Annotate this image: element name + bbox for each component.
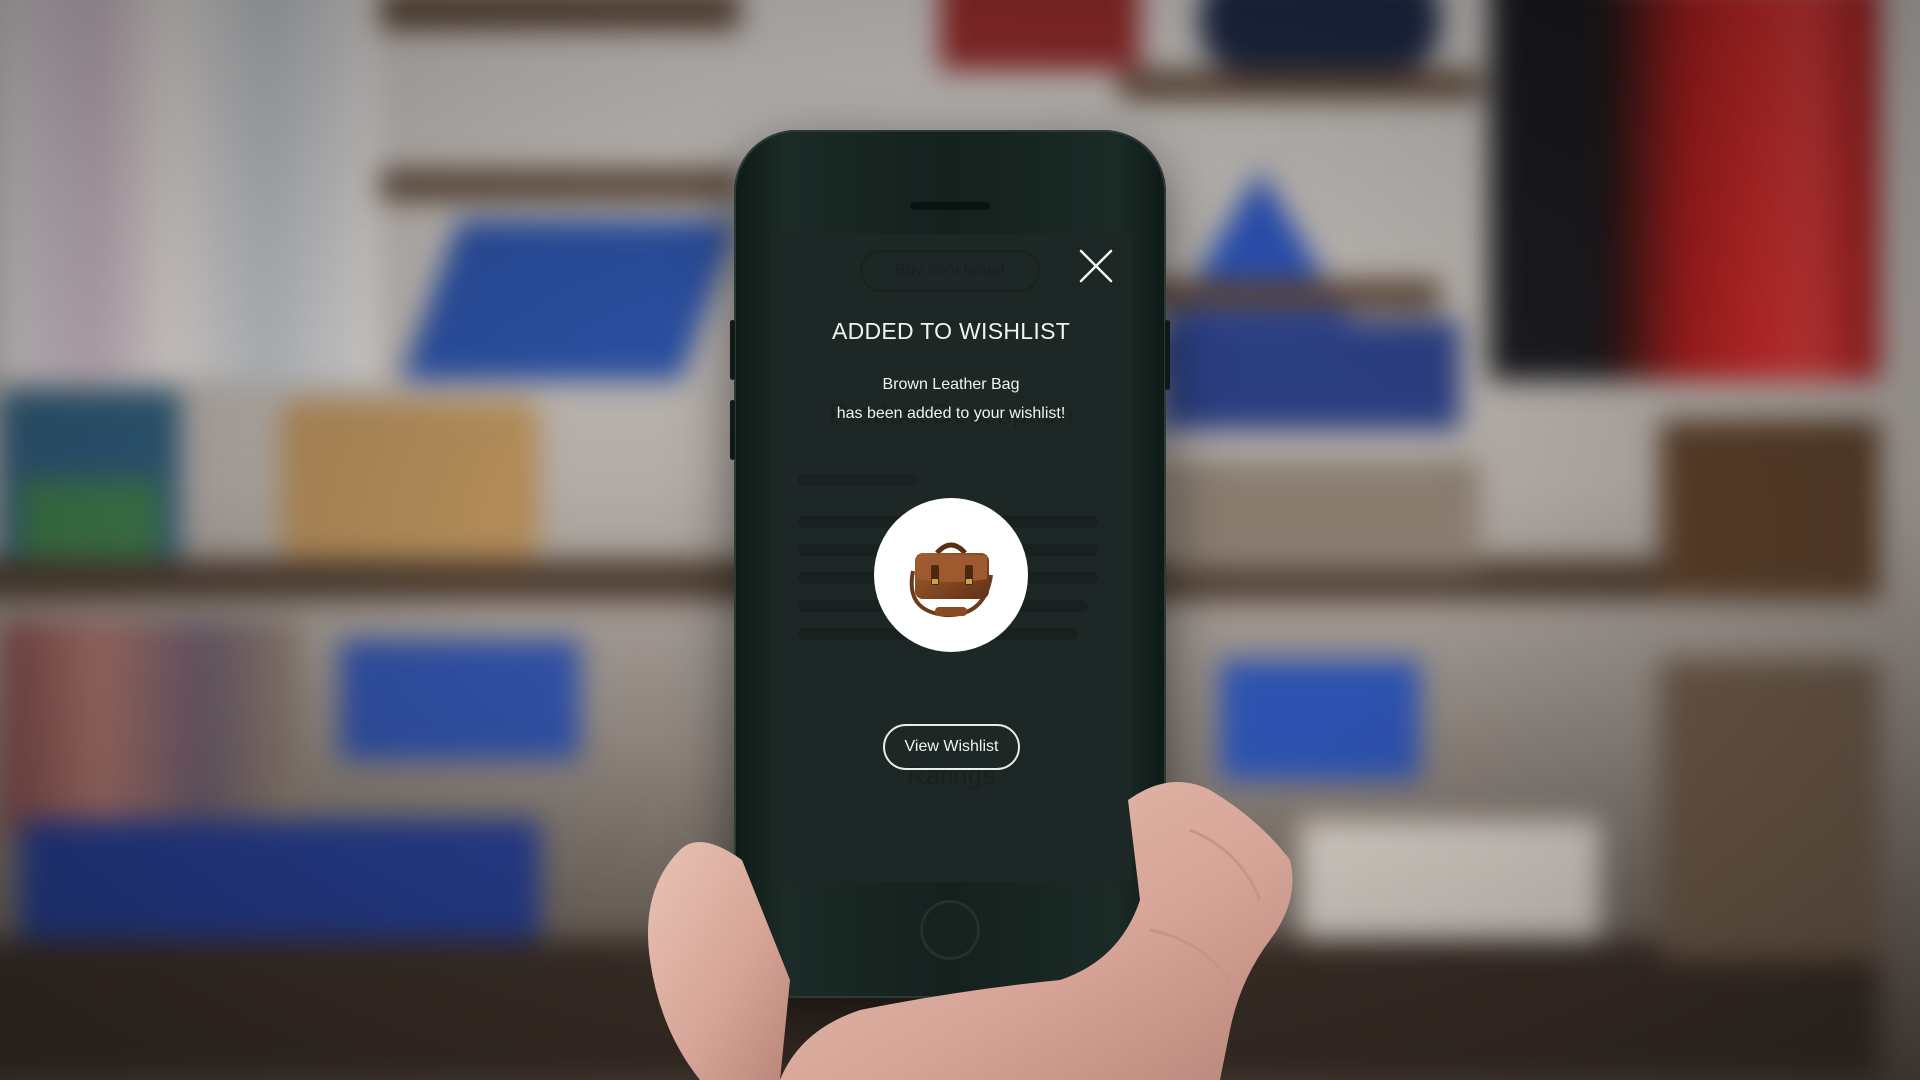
text-placeholder-line — [798, 474, 918, 486]
modal-title: ADDED TO WISHLIST — [831, 318, 1071, 344]
product-name: Brown Leather Bag — [882, 376, 1020, 393]
volume-button — [730, 320, 735, 380]
phone-earpiece — [910, 202, 990, 210]
volume-button — [730, 400, 735, 460]
smartphone: Buy from brand Product Description Ratin… — [730, 130, 1170, 998]
modal-message: Brown Leather Bag has been added to your… — [770, 370, 1132, 428]
wishlist-confirmation-text: has been added to your wishlist! — [836, 405, 1066, 422]
buy-from-brand-button: Buy from brand — [860, 250, 1040, 292]
home-button — [920, 900, 980, 960]
close-icon — [1079, 249, 1113, 283]
power-button — [1165, 320, 1170, 390]
phone-screen: Buy from brand Product Description Ratin… — [770, 234, 1132, 882]
view-wishlist-button[interactable]: View Wishlist — [883, 724, 1020, 770]
product-thumbnail — [874, 498, 1028, 652]
close-button[interactable] — [1076, 246, 1116, 286]
brown-leather-bag-image — [909, 542, 993, 618]
